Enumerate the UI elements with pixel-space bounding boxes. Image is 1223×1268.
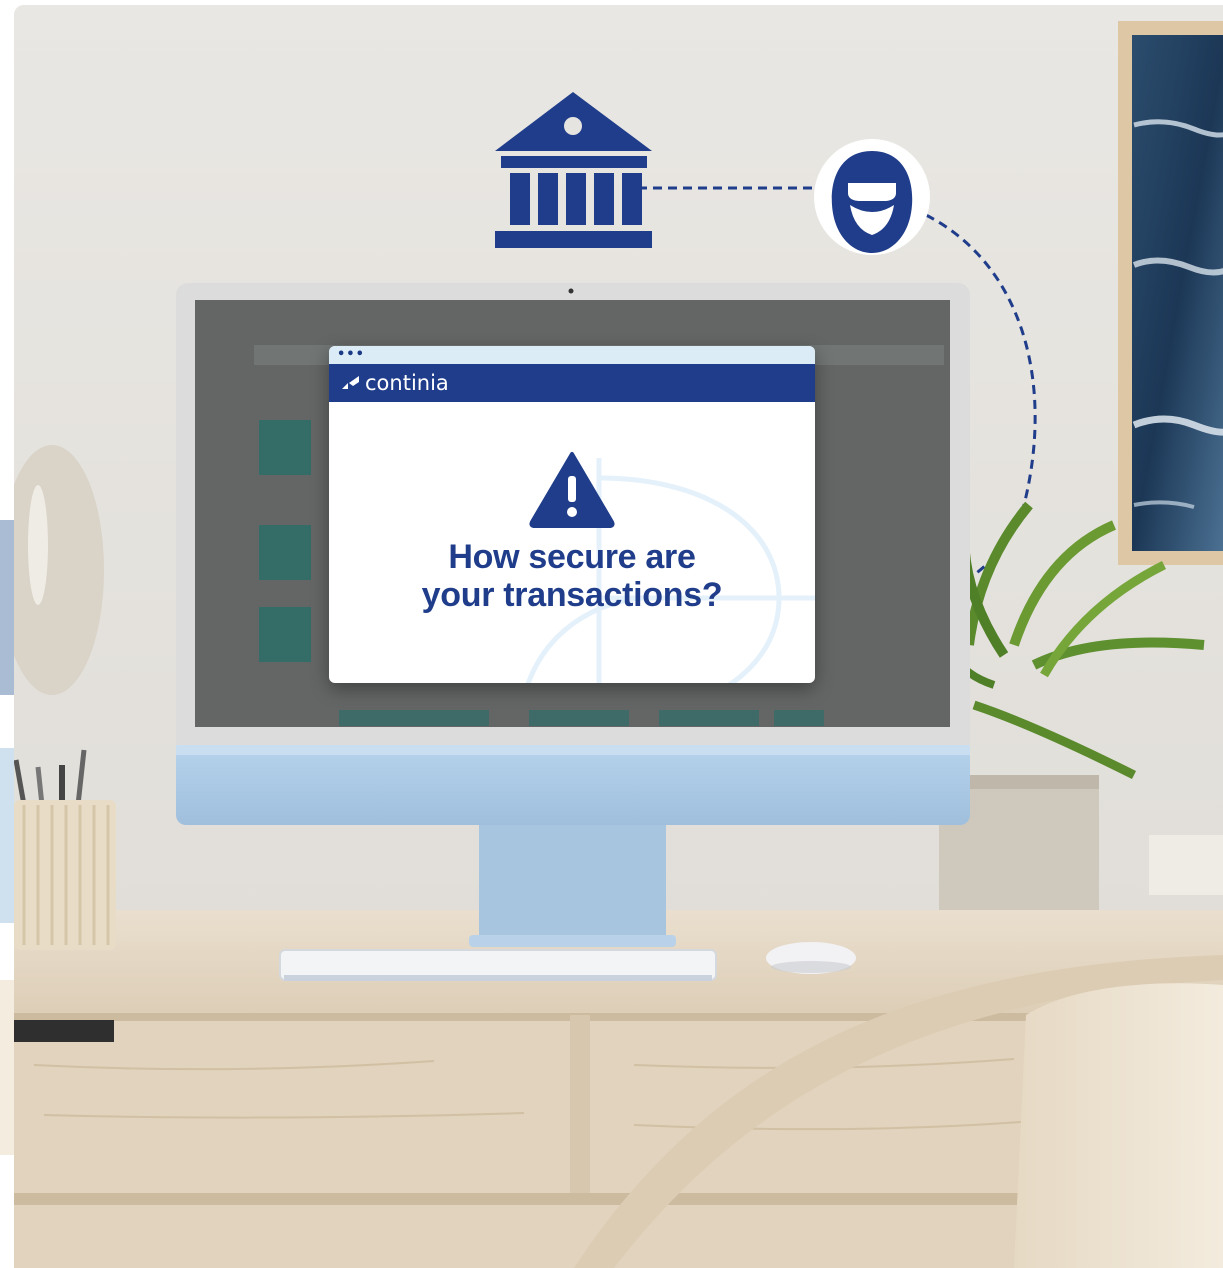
side-accent-strip [0, 980, 14, 1155]
window-title-bar: ••• [329, 346, 815, 364]
warning-icon [529, 452, 615, 528]
mouse [766, 942, 856, 974]
brand-header: continia [329, 364, 815, 402]
alert-headline: How secure are your transactions? [329, 538, 815, 614]
keyboard [279, 949, 717, 981]
side-accent-strip [0, 748, 14, 923]
security-alert-window: ••• continia How secure are your transac… [329, 346, 815, 683]
brand-name: continia [365, 371, 449, 395]
headline-line-2: your transactions? [421, 576, 723, 614]
side-accent-strip [0, 520, 14, 695]
headline-line-1: How secure are [448, 538, 696, 576]
continia-logo-icon [342, 376, 359, 389]
office-scene-illustration: ••• continia How secure are your transac… [14, 5, 1223, 1268]
hacker-icon [814, 139, 930, 255]
framed-painting [1118, 21, 1223, 565]
window-controls-icon[interactable]: ••• [337, 348, 365, 361]
